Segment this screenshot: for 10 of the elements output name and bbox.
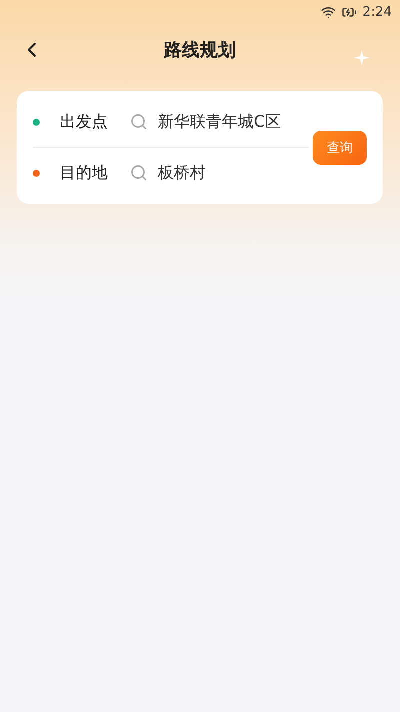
search-icon xyxy=(130,113,148,131)
sparkle-icon xyxy=(354,50,370,66)
status-time: 2:24 xyxy=(362,4,392,20)
page-title: 路线规划 xyxy=(164,39,236,62)
search-icon xyxy=(130,164,148,182)
location-field[interactable]: 板桥村 xyxy=(158,164,298,182)
point-label: 出发点 xyxy=(60,112,109,132)
point-label: 目的地 xyxy=(60,162,109,184)
location-field[interactable]: 新华联青年城C区 xyxy=(158,112,298,132)
wifi-icon xyxy=(320,4,336,20)
